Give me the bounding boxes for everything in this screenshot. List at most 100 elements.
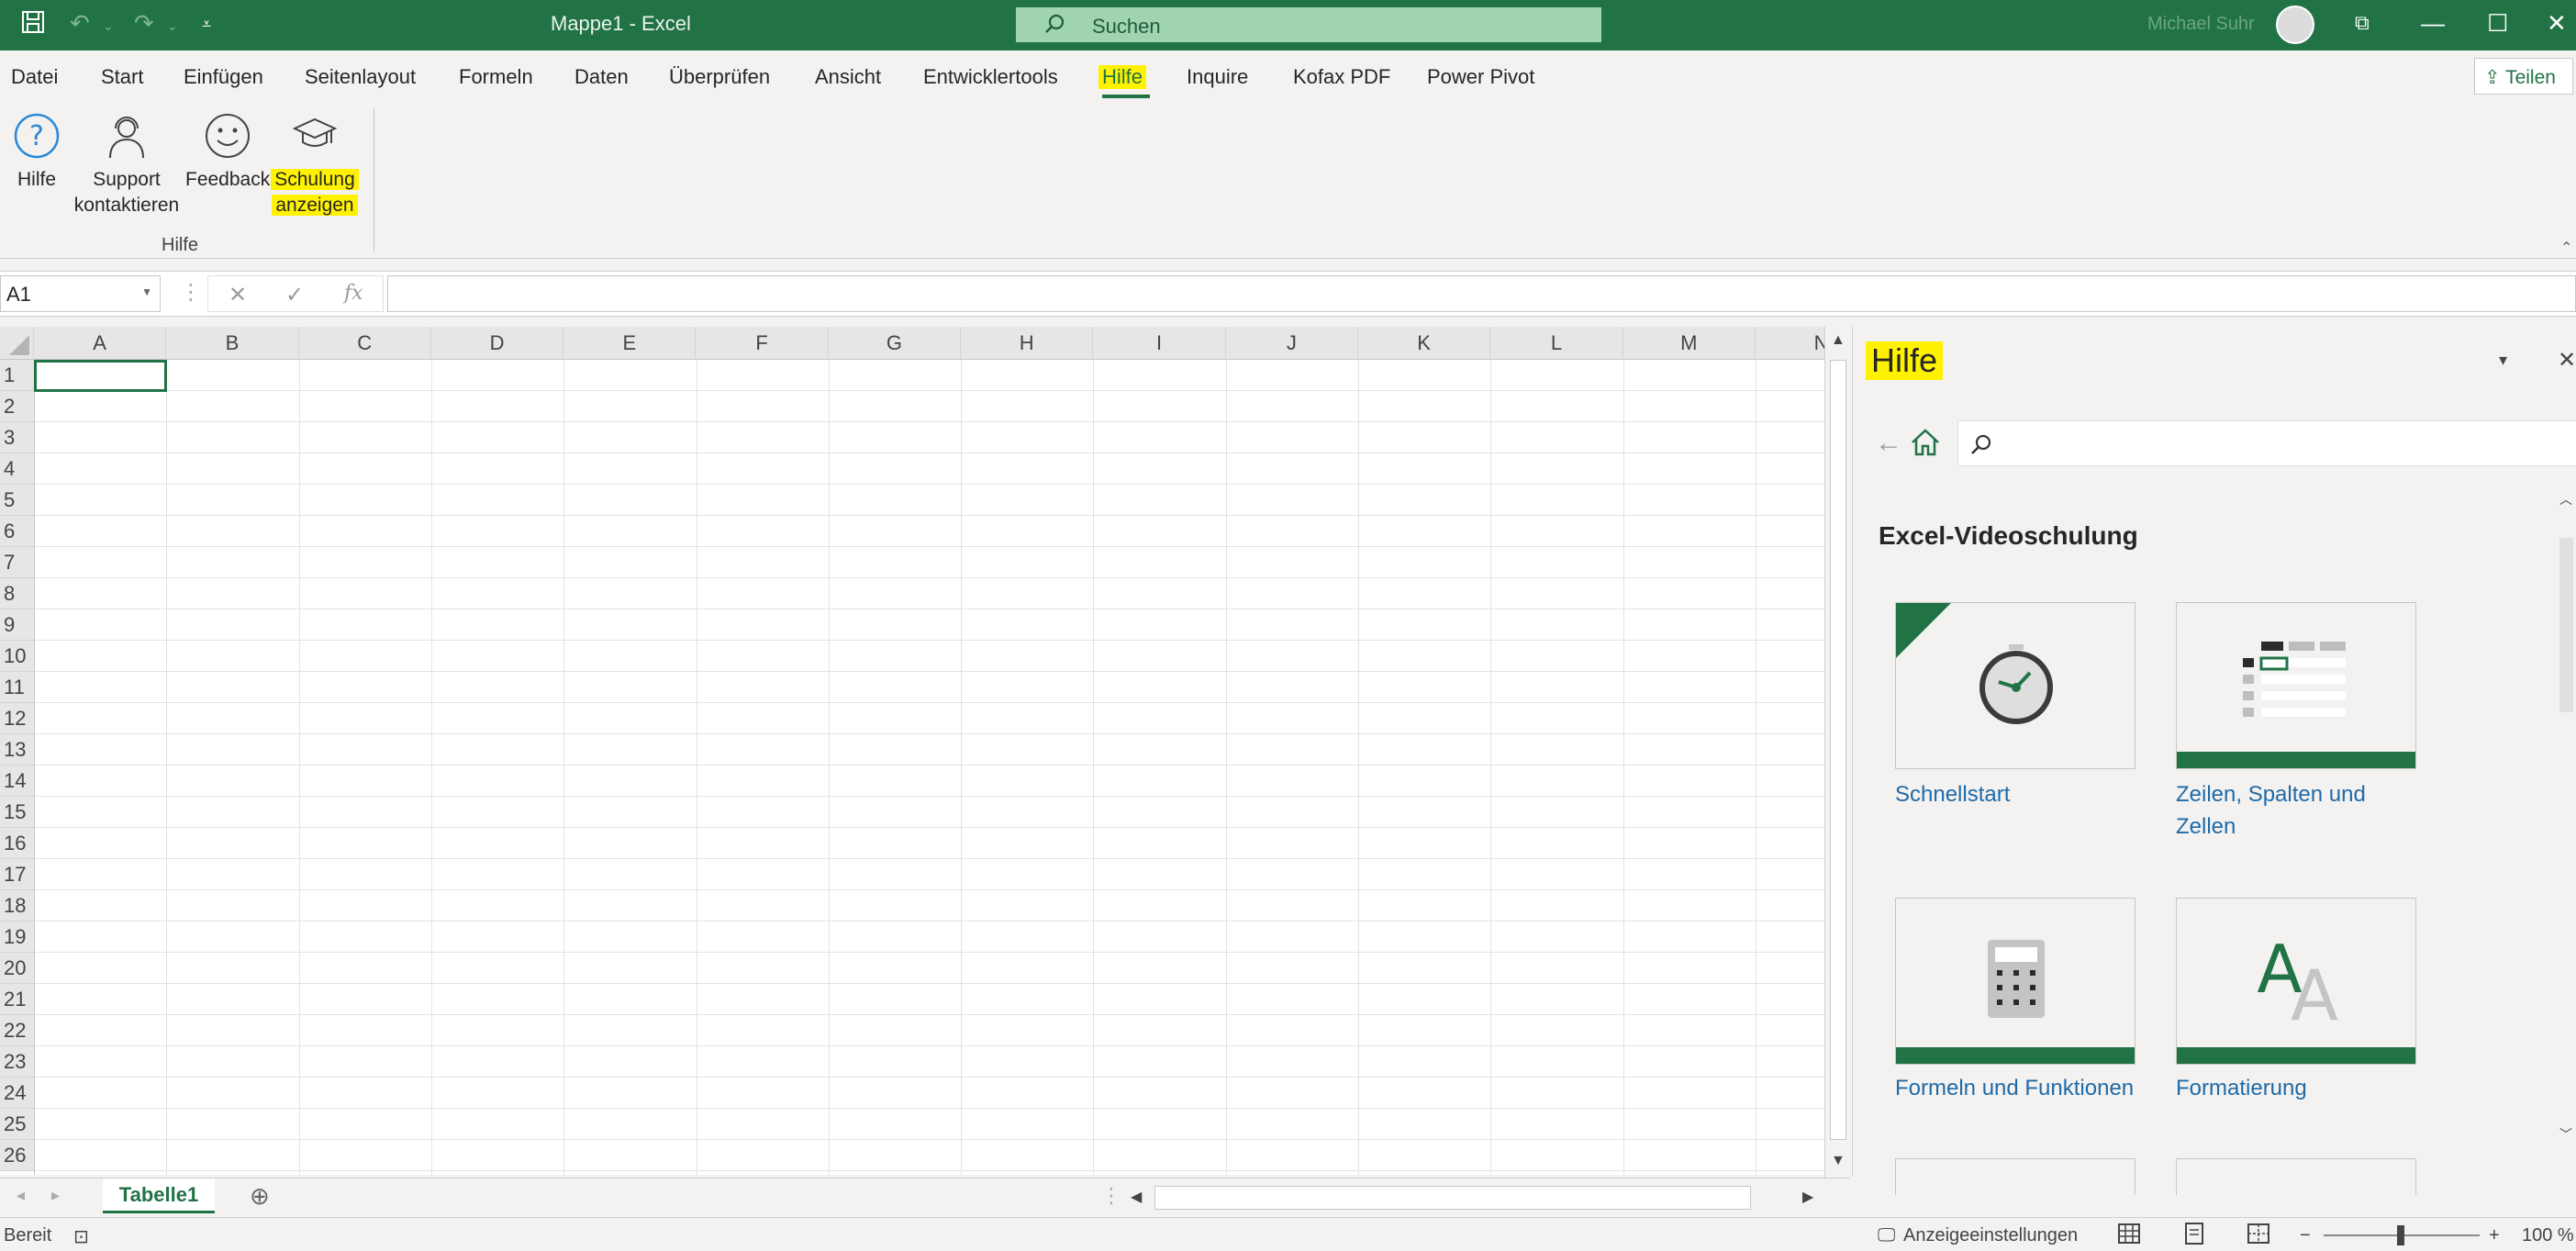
help-search-input[interactable] <box>1957 420 2576 466</box>
avatar[interactable] <box>2276 6 2314 44</box>
prev-sheet-icon[interactable]: ◂ <box>17 1186 25 1205</box>
customize-qat-icon[interactable]: ⩡ <box>202 15 211 34</box>
row-header[interactable]: 24 <box>0 1078 34 1109</box>
show-training-button[interactable]: Schulung anzeigen <box>264 112 365 218</box>
undo-icon[interactable]: ↶ <box>70 9 90 38</box>
help-scroll-up-icon[interactable]: ︿ <box>2559 490 2572 508</box>
column-header[interactable]: J <box>1226 327 1358 360</box>
close-icon[interactable]: ✕ <box>2547 9 2567 38</box>
tile-rows-columns-cells-label[interactable]: Zeilen, Spalten und Zellen <box>2176 778 2424 843</box>
tab-datei[interactable]: Datei <box>11 65 58 89</box>
row-header[interactable]: 4 <box>0 453 34 485</box>
tab-seitenlayout[interactable]: Seitenlayout <box>305 65 416 89</box>
enter-icon[interactable]: ✓ <box>285 282 304 308</box>
add-sheet-icon[interactable]: ⊕ <box>250 1182 270 1211</box>
display-settings-icon[interactable]: 🖵 <box>1878 1225 1895 1246</box>
scroll-down-icon[interactable]: ▼ <box>1831 1153 1846 1169</box>
row-header[interactable]: 9 <box>0 609 34 641</box>
redo-dropdown-icon[interactable]: ⌄ <box>167 18 178 34</box>
row-header[interactable]: 21 <box>0 984 34 1015</box>
search-box[interactable]: Suchen <box>1016 7 1601 42</box>
tile-formatting[interactable]: A A <box>2176 898 2416 1065</box>
help-scroll-down-icon[interactable]: ﹀ <box>2559 1125 2572 1144</box>
help-button[interactable]: ? Hilfe <box>9 112 64 193</box>
tile-formulas-functions-label[interactable]: Formeln und Funktionen <box>1895 1072 2143 1104</box>
save-icon[interactable] <box>20 9 46 41</box>
zoom-slider-handle[interactable] <box>2397 1225 2404 1245</box>
row-header[interactable]: 13 <box>0 734 34 765</box>
row-header[interactable]: 17 <box>0 859 34 890</box>
horizontal-scroll-thumb[interactable] <box>1154 1186 1751 1210</box>
tile-formatting-label[interactable]: Formatierung <box>2176 1072 2424 1104</box>
row-header[interactable]: 3 <box>0 422 34 453</box>
column-header[interactable]: G <box>829 327 962 360</box>
share-button[interactable]: ⇪ Teilen <box>2474 58 2573 95</box>
insert-function-icon[interactable]: fx <box>344 282 363 305</box>
row-header[interactable]: 1 <box>0 360 34 391</box>
row-header[interactable]: 2 <box>0 391 34 422</box>
help-pane-scrollbar[interactable]: ︿ ﹀ <box>2556 483 2576 1176</box>
help-scroll-thumb[interactable] <box>2559 538 2573 712</box>
formula-input[interactable] <box>387 275 2576 312</box>
row-header[interactable]: 11 <box>0 672 34 703</box>
row-header[interactable]: 22 <box>0 1015 34 1046</box>
tile-partial-1[interactable] <box>1895 1158 2136 1195</box>
row-header[interactable]: 10 <box>0 641 34 672</box>
row-header[interactable]: 26 <box>0 1140 34 1171</box>
vertical-scrollbar[interactable]: ▲ ▼ <box>1824 327 1850 1182</box>
tab-ueberpruefen[interactable]: Überprüfen <box>669 65 770 89</box>
tile-formulas-functions[interactable] <box>1895 898 2136 1065</box>
tab-power-pivot[interactable]: Power Pivot <box>1427 65 1534 89</box>
column-header[interactable]: E <box>563 327 697 360</box>
column-header[interactable]: I <box>1093 327 1226 360</box>
contact-support-button[interactable]: Support kontaktieren <box>70 112 184 218</box>
back-arrow-icon[interactable]: ← <box>1875 428 1902 459</box>
column-header[interactable]: K <box>1358 327 1491 360</box>
display-settings-label[interactable]: Anzeigeeinstellungen <box>1903 1225 2078 1246</box>
home-icon[interactable] <box>1910 428 1941 462</box>
column-header[interactable]: D <box>431 327 564 360</box>
row-header[interactable]: 20 <box>0 953 34 984</box>
name-box-dropdown-icon[interactable]: ▼ <box>141 285 152 298</box>
column-header[interactable]: F <box>697 327 829 360</box>
row-header[interactable]: 12 <box>0 703 34 734</box>
user-name[interactable]: Michael Suhr <box>2147 14 2255 35</box>
row-header[interactable]: 7 <box>0 547 34 578</box>
row-header[interactable]: 25 <box>0 1109 34 1140</box>
tab-entwicklertools[interactable]: Entwicklertools <box>923 65 1058 89</box>
maximize-icon[interactable]: ☐ <box>2487 9 2508 38</box>
column-header[interactable]: B <box>166 327 299 360</box>
tab-daten[interactable]: Daten <box>574 65 629 89</box>
tab-split-grip-icon[interactable]: ⋮ <box>1101 1184 1121 1208</box>
zoom-out-icon[interactable]: − <box>2300 1225 2311 1246</box>
column-header[interactable]: A <box>34 327 167 360</box>
macro-recording-icon[interactable]: ⊡ <box>73 1225 89 1248</box>
column-header[interactable]: M <box>1623 327 1756 360</box>
page-layout-view-icon[interactable] <box>2182 1222 2206 1251</box>
row-header[interactable]: 5 <box>0 485 34 516</box>
tile-rows-columns-cells[interactable] <box>2176 602 2416 769</box>
row-header[interactable]: 8 <box>0 578 34 609</box>
column-header[interactable]: L <box>1490 327 1623 360</box>
name-box[interactable]: A1 ▼ <box>0 275 161 312</box>
sheet-tab-tabelle1[interactable]: Tabelle1 <box>103 1178 215 1213</box>
row-header[interactable]: 19 <box>0 921 34 953</box>
undo-dropdown-icon[interactable]: ⌄ <box>103 18 114 34</box>
next-sheet-icon[interactable]: ▸ <box>51 1186 60 1205</box>
close-pane-icon[interactable]: ✕ <box>2558 347 2576 374</box>
normal-view-icon[interactable] <box>2117 1222 2141 1251</box>
tab-einfuegen[interactable]: Einfügen <box>184 65 263 89</box>
tab-start[interactable]: Start <box>101 65 143 89</box>
worksheet-grid[interactable]: ABCDEFGHIJKLMN 1 2 3 4 5 6 7 8 9 10 11 12 13 14 15 16 17… <box>0 327 1824 1175</box>
collapse-ribbon-icon[interactable]: ⌃ <box>2560 239 2572 257</box>
tile-quickstart-label[interactable]: Schnellstart <box>1895 778 2143 810</box>
cancel-icon[interactable]: ✕ <box>229 282 247 308</box>
scroll-left-icon[interactable]: ◀ <box>1131 1188 1142 1206</box>
column-header[interactable]: N <box>1756 327 1824 360</box>
feedback-button[interactable]: Feedback <box>185 112 270 193</box>
scroll-up-icon[interactable]: ▲ <box>1831 332 1846 349</box>
minimize-icon[interactable]: — <box>2421 9 2445 38</box>
tile-partial-2[interactable] <box>2176 1158 2416 1195</box>
vertical-scroll-thumb[interactable] <box>1830 360 1846 1140</box>
tab-kofax-pdf[interactable]: Kofax PDF <box>1293 65 1390 89</box>
